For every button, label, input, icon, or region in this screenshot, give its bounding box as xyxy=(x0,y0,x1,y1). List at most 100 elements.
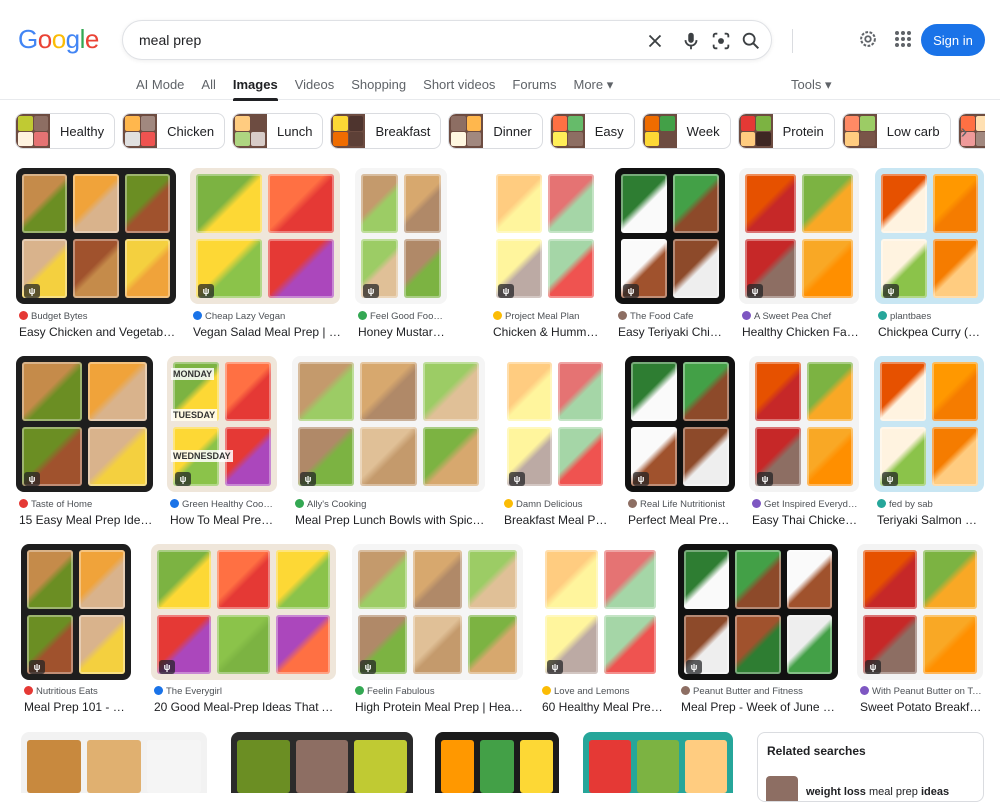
food-compartment xyxy=(147,740,201,793)
result-title[interactable]: Easy Chicken and Vegetable ... xyxy=(19,325,177,339)
result-thumbnail[interactable]: ψ xyxy=(749,356,859,492)
result-source[interactable]: Feel Good Foodie xyxy=(358,311,446,322)
chip-healthy[interactable]: Healthy xyxy=(15,113,116,149)
result-thumbnail[interactable]: ψ xyxy=(151,544,336,680)
food-compartment xyxy=(932,239,978,298)
result-source[interactable]: Feelin Fabulous xyxy=(355,686,522,697)
tab-short-videos[interactable]: Short videos xyxy=(423,72,495,100)
result-title[interactable]: Sweet Potato Breakfast ... xyxy=(860,700,984,714)
result-thumbnail[interactable]: ψ xyxy=(352,544,523,680)
result-source[interactable]: The Everygirl xyxy=(154,686,335,697)
result-title[interactable]: 15 Easy Meal Prep Ideas ... xyxy=(19,513,154,527)
chip-lunch[interactable]: Lunch xyxy=(232,113,324,149)
result-thumbnail[interactable]: ψ xyxy=(739,168,859,304)
result-thumbnail[interactable]: ψ xyxy=(874,356,984,492)
food-compartment xyxy=(216,550,271,609)
result-thumbnail[interactable] xyxy=(231,732,413,793)
result-title[interactable]: Chickpea Curry (EA... xyxy=(878,325,985,339)
recipe-icon: ψ xyxy=(633,472,649,486)
result-title[interactable]: Easy Teriyaki Chick... xyxy=(618,325,726,339)
chip-easy[interactable]: Easy xyxy=(549,113,635,149)
result-title[interactable]: Honey Mustard Chick... xyxy=(358,325,448,339)
result-thumbnail[interactable] xyxy=(21,732,207,793)
chip-chicken[interactable]: Chicken xyxy=(122,113,226,149)
result-source[interactable]: Damn Delicious xyxy=(504,499,608,510)
result-thumbnail[interactable]: ψ xyxy=(501,356,609,492)
result-source[interactable]: Nutritious Eats xyxy=(24,686,130,697)
related-search-item[interactable]: weight loss meal prep ideas xyxy=(766,776,976,801)
food-compartment xyxy=(79,615,125,674)
result-source[interactable]: Peanut Butter and Fitness xyxy=(681,686,837,697)
google-logo[interactable]: Google xyxy=(18,24,99,55)
result-title[interactable]: 20 Good Meal-Prep Ideas That Are... xyxy=(154,700,337,714)
result-thumbnail[interactable]: ψ xyxy=(490,168,600,304)
result-thumbnail[interactable] xyxy=(435,732,559,793)
result-thumbnail[interactable]: ψ xyxy=(190,168,340,304)
result-title[interactable]: 60 Healthy Meal Prep I... xyxy=(542,700,663,714)
mic-icon[interactable] xyxy=(680,30,702,52)
result-title[interactable]: Perfect Meal Prep ... xyxy=(628,513,736,527)
result-title[interactable]: Meal Prep 101 - Nutrit... xyxy=(24,700,132,714)
result-title[interactable]: Healthy Chicken Fajit... xyxy=(742,325,860,339)
chip-week[interactable]: Week xyxy=(641,113,731,149)
result-thumbnail[interactable]: ψ xyxy=(857,544,983,680)
result-source[interactable]: Real Life Nutritionist xyxy=(628,499,734,510)
chip-breakfast[interactable]: Breakfast xyxy=(330,113,442,149)
result-title[interactable]: Meal Prep - Week of June 5th, ... xyxy=(681,700,839,714)
lens-icon[interactable] xyxy=(710,30,732,52)
tab-forums[interactable]: Forums xyxy=(512,72,556,100)
result-title[interactable]: Easy Thai Chicken ... xyxy=(752,513,860,527)
result-title[interactable]: Breakfast Meal Pre... xyxy=(504,513,610,527)
result-source[interactable]: Taste of Home xyxy=(19,499,152,510)
tab-shopping[interactable]: Shopping xyxy=(351,72,406,100)
result-thumbnail[interactable]: MONDAY TUESDAY WEDNESDAY ψ xyxy=(167,356,277,492)
result-source[interactable]: A Sweet Pea Chef xyxy=(742,311,858,322)
result-title[interactable]: Meal Prep Lunch Bowls with Spicy ... xyxy=(295,513,486,527)
tab-all[interactable]: All xyxy=(201,72,215,100)
result-source[interactable]: Get Inspired Everyda... xyxy=(752,499,858,510)
result-thumbnail[interactable]: ψ xyxy=(292,356,485,492)
result-source[interactable]: fed by sab xyxy=(877,499,983,510)
result-source[interactable]: Ally's Cooking xyxy=(295,499,484,510)
search-icon[interactable] xyxy=(740,30,762,52)
tab-images[interactable]: Images xyxy=(232,72,278,101)
result-source[interactable]: The Food Cafe xyxy=(618,311,724,322)
result-source[interactable]: With Peanut Butter on Top xyxy=(860,686,982,697)
result-source[interactable]: plantbaes xyxy=(878,311,983,322)
result-source[interactable]: Budget Bytes xyxy=(19,311,175,322)
result-title[interactable]: Chicken & Hummus... xyxy=(493,325,601,339)
result-thumbnail[interactable]: ψ xyxy=(21,544,131,680)
sign-in-button[interactable]: Sign in xyxy=(921,24,985,56)
source-name: Real Life Nutritionist xyxy=(640,499,726,510)
chevron-right-icon[interactable]: › xyxy=(952,121,976,143)
result-source[interactable]: Green Healthy Cooki... xyxy=(170,499,276,510)
result-thumbnail[interactable]: ψ xyxy=(16,168,176,304)
chip-protein[interactable]: Protein xyxy=(737,113,835,149)
result-thumbnail[interactable]: ψ xyxy=(875,168,984,304)
result-thumbnail[interactable]: ψ xyxy=(678,544,838,680)
close-icon[interactable] xyxy=(644,30,666,52)
search-input[interactable]: meal prep xyxy=(139,32,201,48)
chip-low-carb[interactable]: Low carb xyxy=(841,113,951,149)
search-box[interactable]: meal prep xyxy=(122,20,793,60)
result-thumbnail[interactable]: ψ xyxy=(615,168,725,304)
result-title[interactable]: How To Meal Prep ... xyxy=(170,513,278,527)
result-source[interactable]: Project Meal Plan xyxy=(493,311,599,322)
result-thumbnail[interactable]: ψ xyxy=(625,356,735,492)
apps-icon[interactable] xyxy=(893,29,913,49)
result-title[interactable]: Teriyaki Salmon Ric... xyxy=(877,513,985,527)
tab-more[interactable]: More ▾ xyxy=(573,72,613,100)
result-title[interactable]: Vegan Salad Meal Prep | Ch... xyxy=(193,325,341,339)
result-source[interactable]: Cheap Lazy Vegan xyxy=(193,311,339,322)
result-thumbnail[interactable]: ψ xyxy=(539,544,662,680)
tools-button[interactable]: Tools ▾ xyxy=(791,72,832,98)
result-source[interactable]: Love and Lemons xyxy=(542,686,661,697)
tab-ai-mode[interactable]: AI Mode xyxy=(136,72,184,100)
result-title[interactable]: High Protein Meal Prep | Healthy... xyxy=(355,700,524,714)
result-thumbnail[interactable] xyxy=(583,732,733,793)
result-thumbnail[interactable]: ψ xyxy=(355,168,447,304)
result-thumbnail[interactable]: ψ xyxy=(16,356,153,492)
tab-videos[interactable]: Videos xyxy=(295,72,335,100)
chip-dinner[interactable]: Dinner xyxy=(448,113,543,149)
settings-icon[interactable] xyxy=(857,28,879,50)
